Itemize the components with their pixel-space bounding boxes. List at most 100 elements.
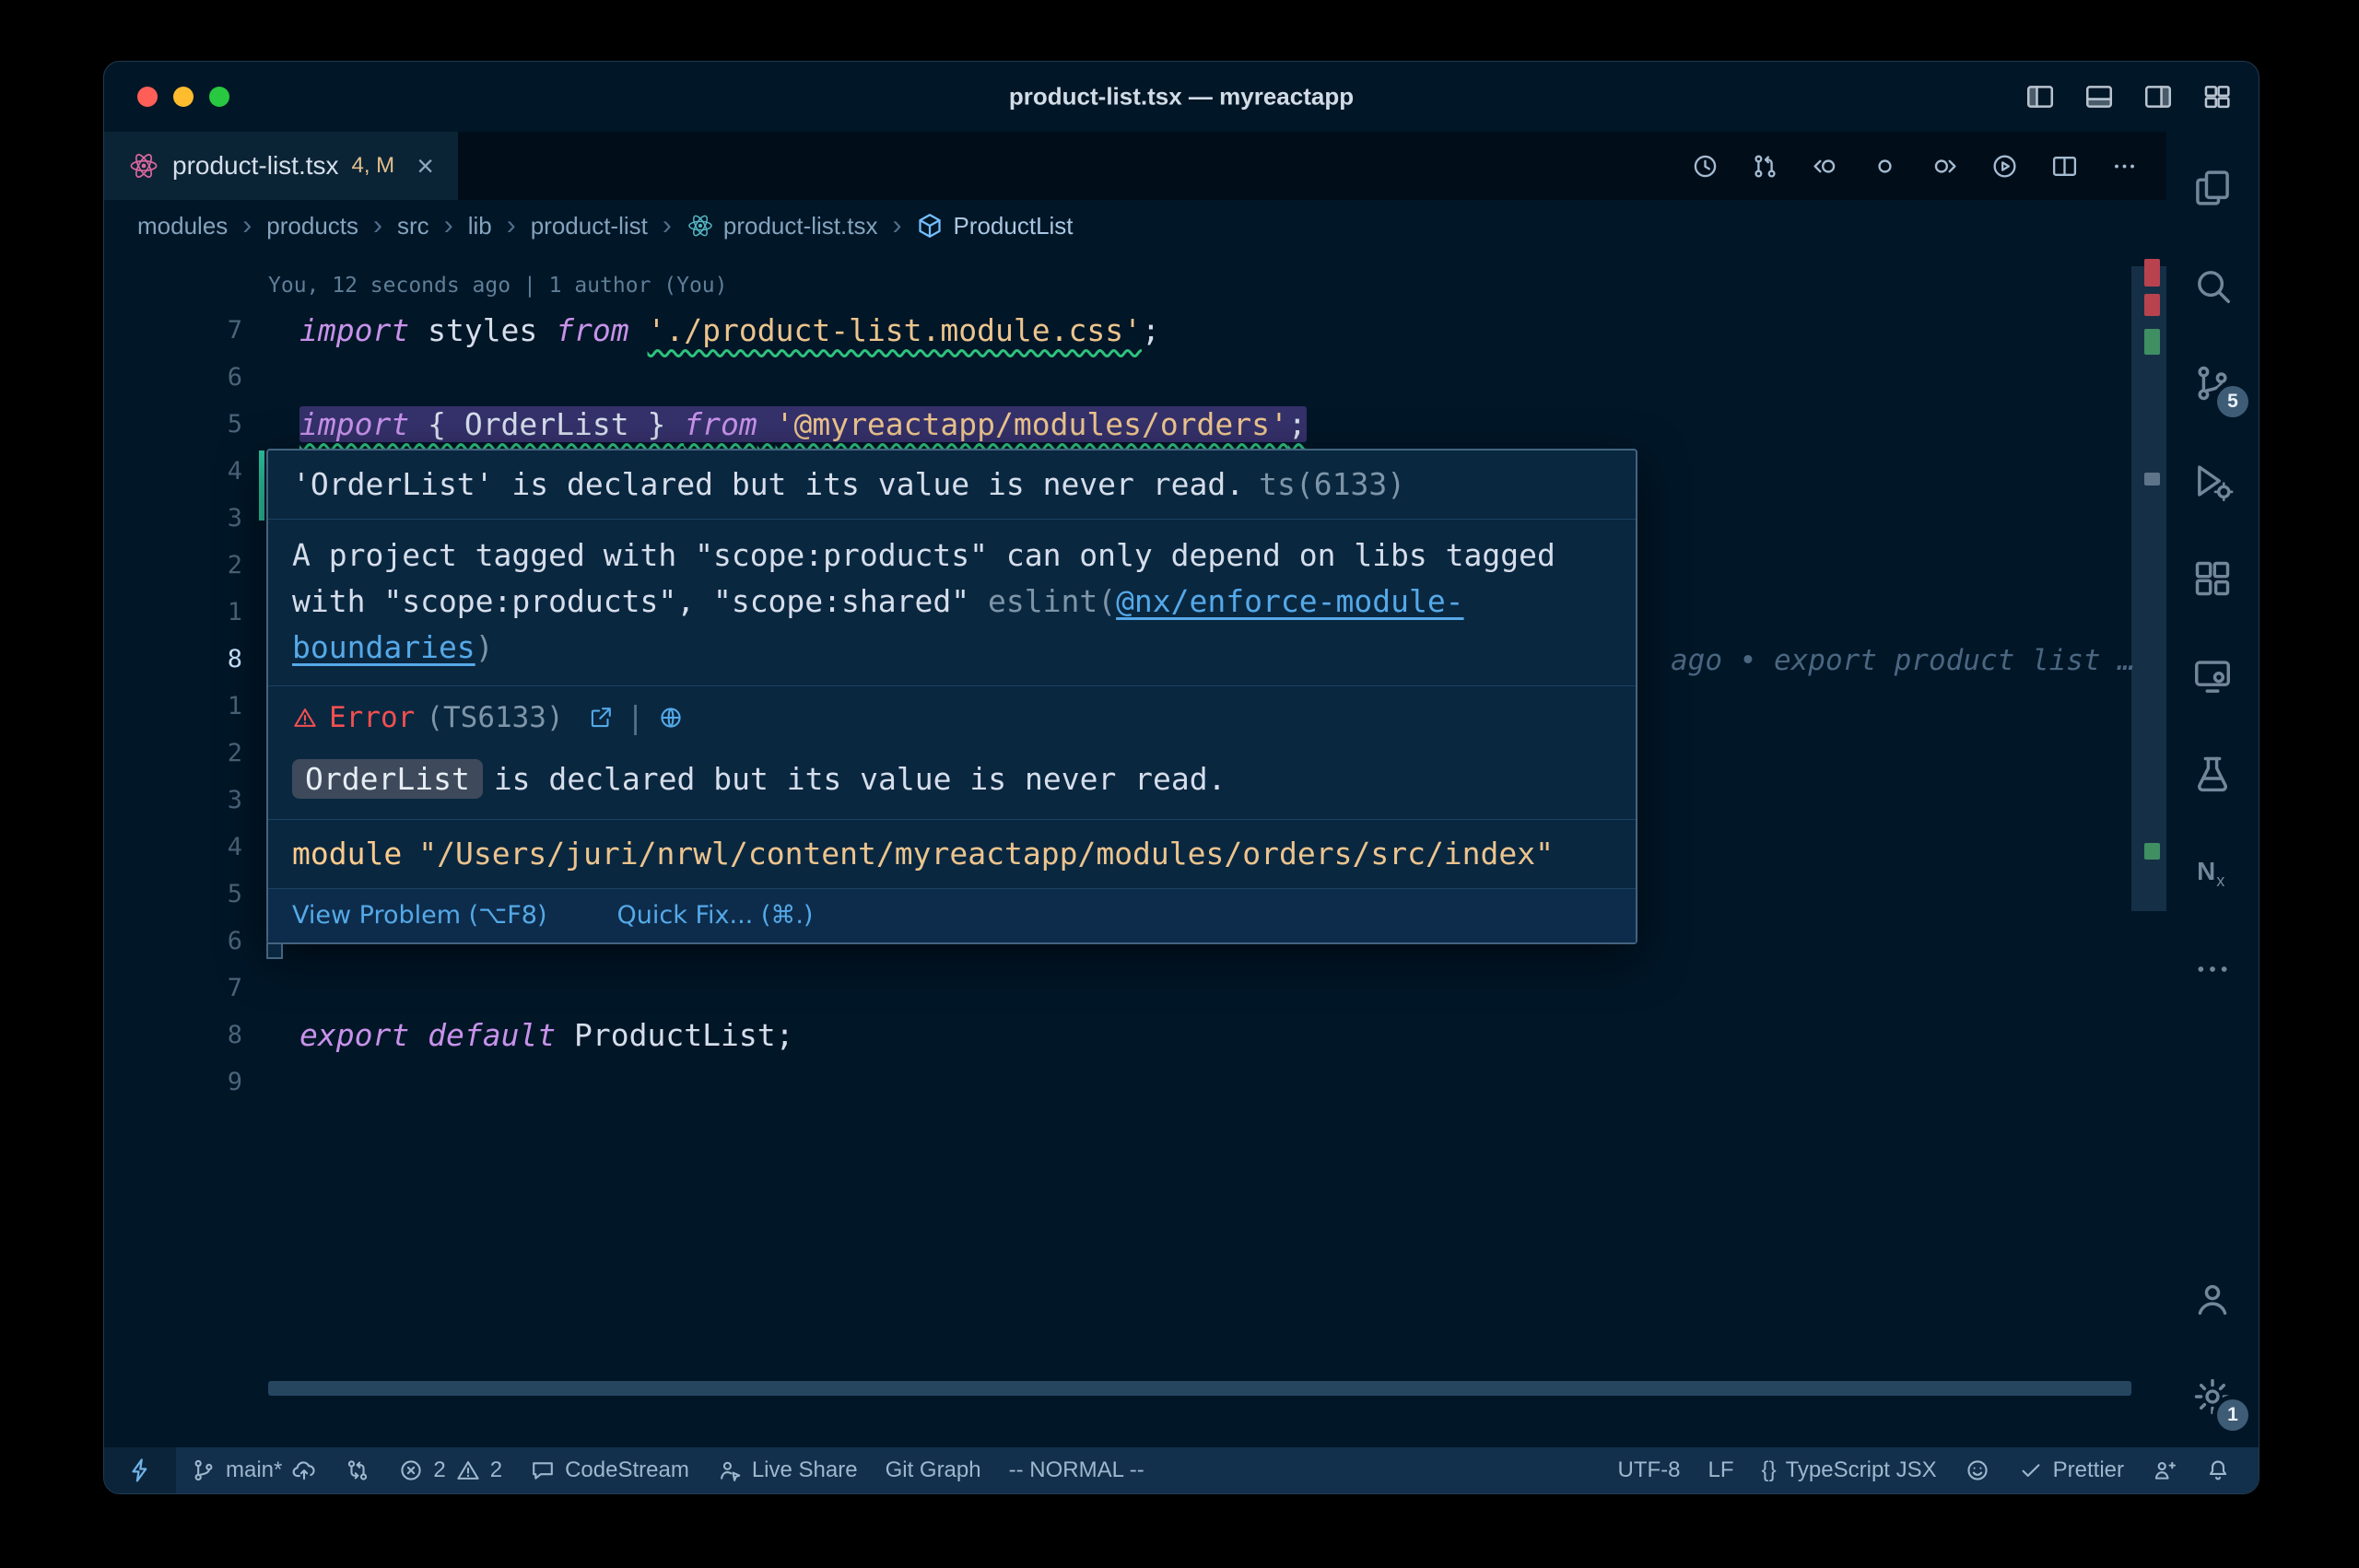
status-feedback[interactable] [2139, 1447, 2190, 1493]
activity-settings[interactable]: 1 [2189, 1374, 2236, 1420]
warning-icon [455, 1457, 481, 1483]
line-number[interactable]: 5 [104, 871, 274, 918]
line-number[interactable]: 6 [104, 354, 274, 401]
customize-layout-button[interactable] [2201, 81, 2233, 112]
status-codestream[interactable]: CodeStream [517, 1447, 702, 1493]
tab-product-list-tsx[interactable]: product-list.tsx 4, M × [104, 132, 458, 200]
code-line[interactable]: 9 [104, 1059, 2166, 1106]
status-notifications[interactable] [2192, 1447, 2244, 1493]
status-live-share[interactable]: Live Share [704, 1447, 871, 1493]
identifier-chip: OrderList [292, 759, 483, 799]
view-problem-action[interactable]: View Problem (⌥F8) [292, 900, 547, 931]
smiley-icon [1965, 1457, 1990, 1483]
status-encoding[interactable]: UTF-8 [1605, 1447, 1694, 1493]
code-line[interactable]: 5import { OrderList } from '@myreactapp/… [104, 401, 2166, 448]
close-window-button[interactable] [137, 87, 158, 107]
activity-source-control[interactable]: 5 [2189, 360, 2236, 406]
breadcrumb-item-src[interactable]: src [397, 212, 429, 240]
split-editor-button[interactable] [2050, 152, 2079, 181]
toggle-secondary-sidebar-button[interactable] [2142, 81, 2174, 112]
line-number[interactable]: 5 [104, 401, 274, 448]
tab-modified-badge: 4, M [352, 153, 395, 179]
activity-remote-explorer[interactable] [2189, 653, 2236, 699]
hover-ts-message: 'OrderList' is declared but its value is… [268, 451, 1636, 519]
globe-icon[interactable] [658, 705, 684, 731]
breadcrumb-item-lib[interactable]: lib [468, 212, 492, 240]
code-line[interactable]: 6 [104, 354, 2166, 401]
check-icon [2018, 1457, 2044, 1483]
navigate-back-button[interactable] [1811, 152, 1839, 181]
breadcrumb-separator: › [507, 210, 516, 241]
activity-nx-console[interactable]: Nx [2189, 848, 2236, 895]
external-link-icon[interactable] [588, 705, 614, 731]
quick-fix-action[interactable]: Quick Fix... (⌘.) [617, 900, 814, 931]
tab-close-button[interactable]: × [417, 151, 434, 181]
vscode-window: product-list.tsx — myreactapp product-li… [103, 61, 2259, 1494]
horizontal-scrollbar[interactable] [268, 1381, 2131, 1396]
status-formatter[interactable]: Prettier [2005, 1447, 2137, 1493]
activity-more-views[interactable] [2189, 946, 2236, 992]
activity-accounts[interactable] [2189, 1276, 2236, 1322]
inline-blame[interactable]: ago • export product list … [1671, 644, 2135, 677]
breadcrumb-item-modules[interactable]: modules [137, 212, 228, 240]
separator: | [627, 699, 645, 736]
editor[interactable]: You, 12 seconds ago | 1 author (You)7imp… [104, 252, 2166, 1447]
breadcrumb-item-productlist[interactable]: ProductList [916, 212, 1073, 240]
line-number[interactable]: 8 [104, 1012, 274, 1059]
line-number[interactable]: 2 [104, 542, 274, 589]
line-number[interactable]: 3 [104, 495, 274, 542]
remote-screen-icon [2191, 655, 2234, 697]
status-problems[interactable]: 22 [385, 1447, 515, 1493]
breadcrumb-item-product-list[interactable]: product-list [531, 212, 648, 240]
code-line[interactable]: 7 [104, 965, 2166, 1012]
breadcrumb-separator: › [242, 210, 252, 241]
eslint-suffix: ) [475, 629, 494, 665]
line-number[interactable]: 7 [104, 307, 274, 354]
status-git-graph[interactable]: Git Graph [873, 1447, 994, 1493]
line-number[interactable]: 9 [104, 1059, 274, 1106]
activity-run-debug[interactable] [2189, 458, 2236, 504]
activity-explorer[interactable] [2189, 165, 2236, 211]
minimize-window-button[interactable] [173, 87, 194, 107]
line-number[interactable]: 2 [104, 730, 274, 777]
breadcrumb-item-product-list-tsx[interactable]: product-list.tsx [687, 212, 878, 240]
status-left: main* 22CodeStreamLive ShareGit Graph-- N… [104, 1447, 1157, 1493]
eslint-prefix: eslint( [988, 583, 1116, 619]
status-eol[interactable]: LF [1696, 1447, 1747, 1493]
line-number[interactable]: 1 [104, 683, 274, 730]
status-compare[interactable] [332, 1447, 383, 1493]
open-changes-button[interactable] [1751, 152, 1779, 181]
line-number[interactable]: 1 [104, 589, 274, 636]
timeline-button[interactable] [1691, 152, 1719, 181]
zoom-window-button[interactable] [209, 87, 229, 107]
navigate-indicator-button[interactable] [1871, 152, 1899, 181]
window-title: product-list.tsx — myreactapp [1009, 83, 1354, 111]
popup-resize-handle[interactable] [266, 942, 283, 959]
line-number[interactable]: 7 [104, 965, 274, 1012]
toggle-primary-sidebar-button[interactable] [2025, 81, 2056, 112]
status-copilot[interactable] [1952, 1447, 2003, 1493]
toggle-panel-button[interactable] [2083, 81, 2115, 112]
status-vim-mode[interactable]: -- NORMAL -- [996, 1447, 1157, 1493]
line-number[interactable]: 3 [104, 777, 274, 824]
ts-message-text: 'OrderList' is declared but its value is… [292, 466, 1244, 502]
navigate-forward-button[interactable] [1931, 152, 1959, 181]
line-number[interactable]: 8 [104, 636, 274, 683]
codelens[interactable]: You, 12 seconds ago | 1 author (You) [104, 264, 2166, 307]
line-number[interactable]: 4 [104, 448, 274, 495]
status-language[interactable]: {}TypeScript JSX [1749, 1447, 1950, 1493]
status-remote[interactable] [104, 1447, 176, 1493]
line-number[interactable]: 6 [104, 918, 274, 965]
code-line[interactable]: 7import styles from './product-list.modu… [104, 307, 2166, 354]
status-branch[interactable]: main* [178, 1447, 330, 1493]
main-area: product-list.tsx 4, M × modules › products… [104, 132, 2259, 1447]
breadcrumb-item-products[interactable]: products [266, 212, 358, 240]
activity-testing[interactable] [2189, 751, 2236, 797]
code-line[interactable]: 8export default ProductList; [104, 1012, 2166, 1059]
line-number[interactable]: 4 [104, 824, 274, 871]
more-actions-button[interactable] [2110, 152, 2139, 181]
activity-search[interactable] [2189, 263, 2236, 309]
module-keyword: module [292, 836, 402, 872]
activity-extensions[interactable] [2189, 556, 2236, 602]
run-file-button[interactable] [1990, 152, 2019, 181]
